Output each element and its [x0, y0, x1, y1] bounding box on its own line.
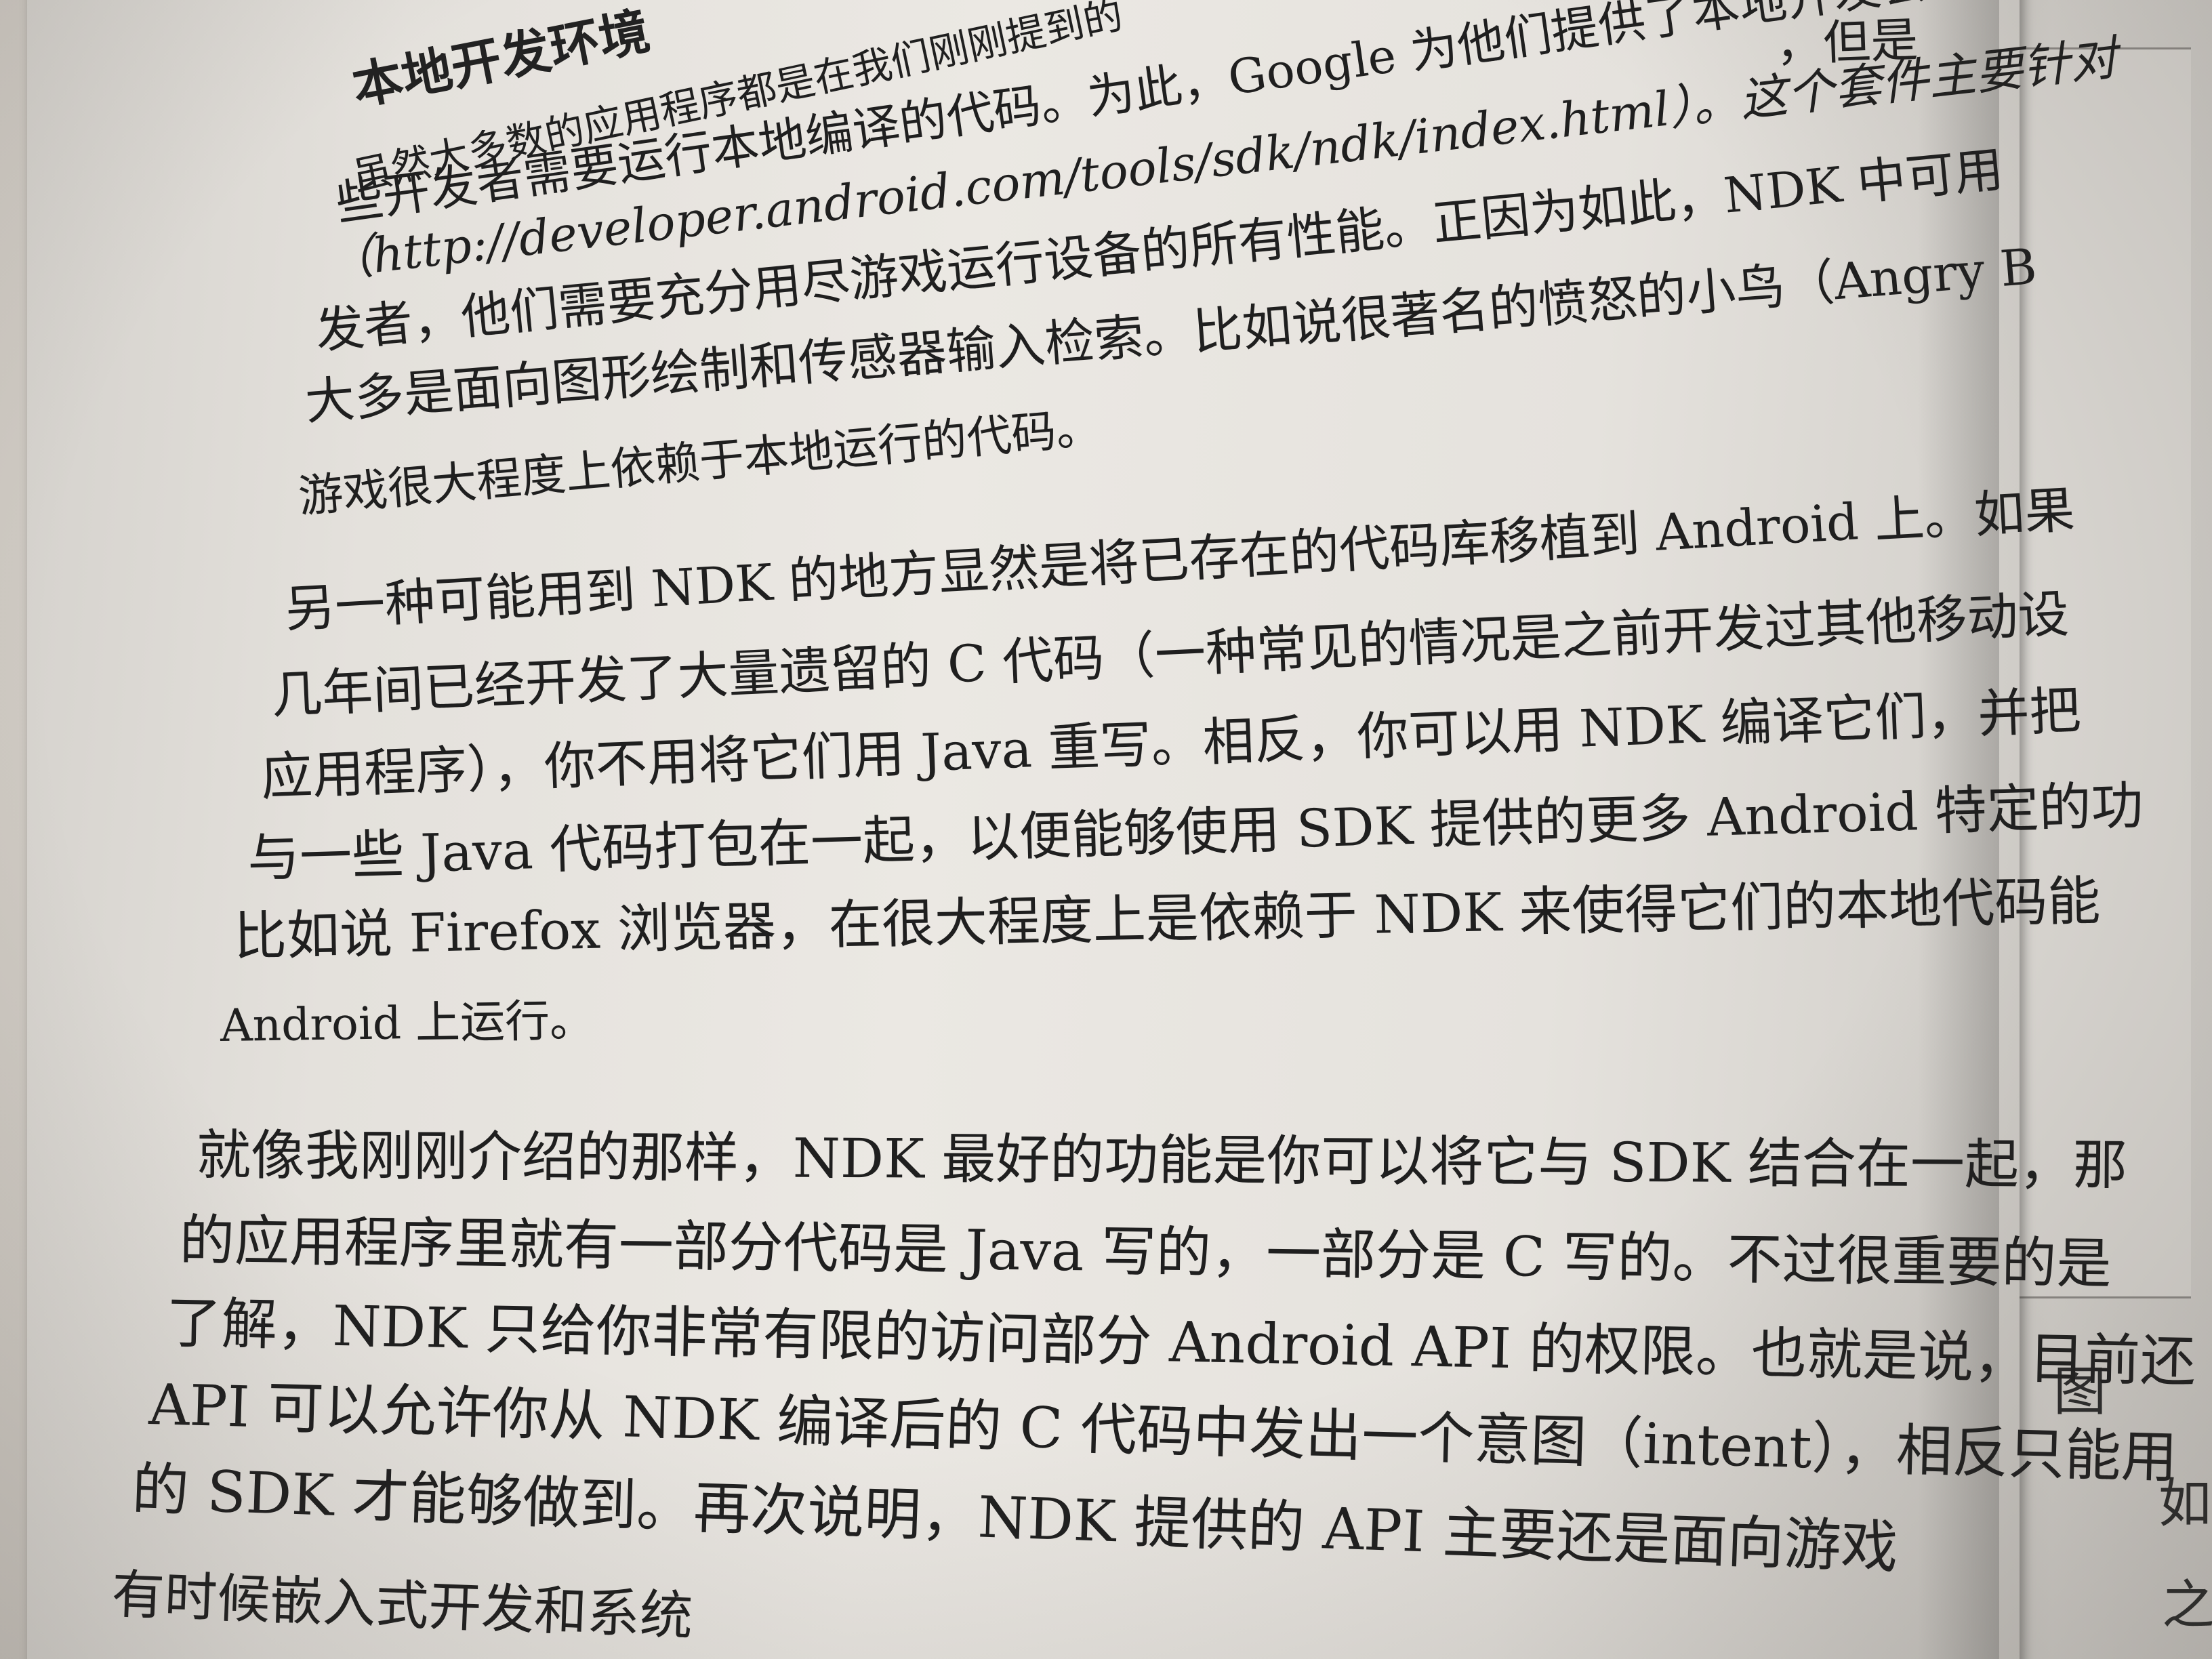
- page-text: ，但是 本地开发环境 虽然大多数的应用程序都是在我们刚刚提到的 些开发者需要运行…: [0, 0, 2212, 1659]
- paragraph-line: 有时候嵌入式开发和系统: [110, 1564, 694, 1647]
- paragraph-line: 就像我刚刚介绍的那样，NDK 最好的功能是你可以将它与 SDK 结合在一起，那: [196, 1124, 2128, 1197]
- paragraph-line: Android 上运行。: [220, 994, 595, 1052]
- photo-scene: 图 如 之 ，但是 本地开发环境 虽然大多数的应用程序都是在我们刚刚提到的 些开…: [0, 0, 2212, 1659]
